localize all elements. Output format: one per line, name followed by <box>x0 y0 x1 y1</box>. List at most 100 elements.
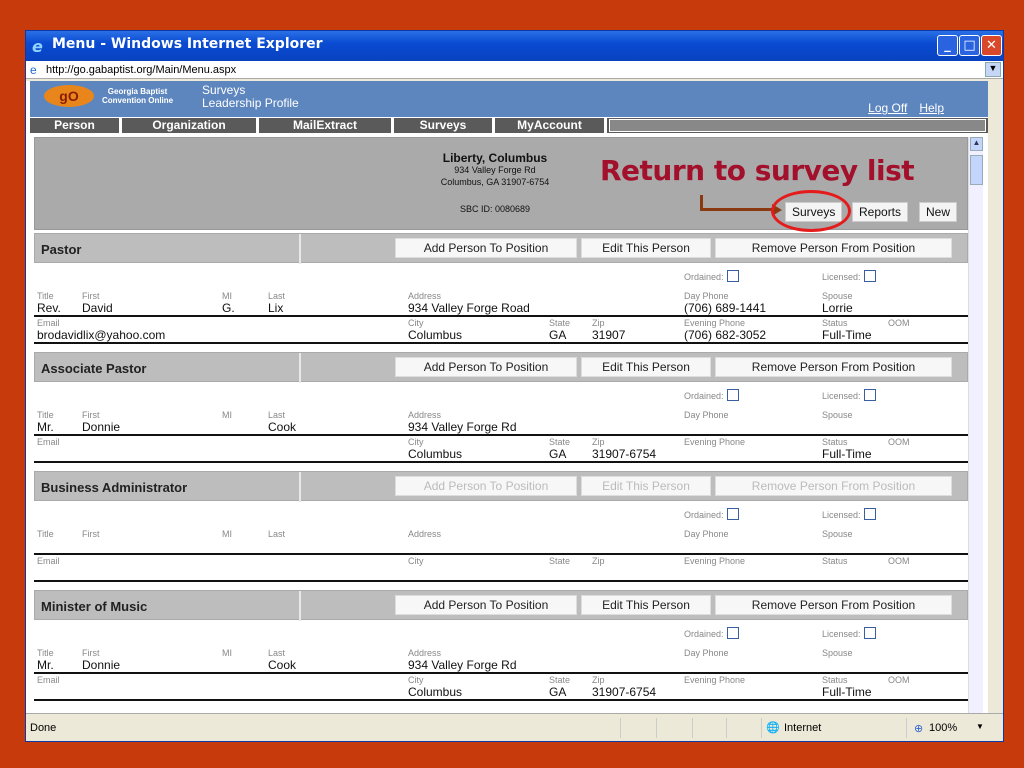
state-label: State <box>549 556 571 566</box>
church-name: Liberty, Columbus <box>442 151 548 165</box>
status-value: Full-Time <box>822 328 872 342</box>
status-bar: Done 🌐 Internet ⊕ 100% ▼ <box>26 713 1003 741</box>
state-value: GA <box>549 685 567 699</box>
sbc-id: SBC ID: 0080689 <box>459 204 531 214</box>
menu-myaccount[interactable]: MyAccount <box>495 118 607 133</box>
city-value: Columbus <box>408 447 463 461</box>
position-name: Pastor <box>41 242 82 257</box>
state-label: State <box>549 318 571 328</box>
church-street: 934 Valley Forge Rd <box>454 165 536 175</box>
licensed-label: Licensed: <box>822 391 861 401</box>
minimize-button[interactable]: _ <box>937 35 958 56</box>
status-value: Full-Time <box>822 685 872 699</box>
content-scrollbar[interactable]: ▲ <box>968 137 983 713</box>
new-button[interactable]: New <box>919 202 958 222</box>
status-label: Status <box>822 437 848 447</box>
org-line2: Convention Online <box>102 96 174 105</box>
add-person-button[interactable]: Add Person To Position <box>395 357 577 377</box>
add-person-button[interactable]: Add Person To Position <box>395 595 577 615</box>
ordained-checkbox[interactable] <box>726 508 739 520</box>
city-value: Columbus <box>408 328 463 342</box>
licensed-checkbox[interactable] <box>863 389 876 401</box>
city-label: City <box>408 437 424 447</box>
remove-person-button[interactable]: Remove Person From Position <box>715 476 952 496</box>
scroll-up-icon[interactable]: ▲ <box>970 137 983 151</box>
globe-icon: 🌐 <box>766 722 780 734</box>
site-header: gO Georgia Baptist Convention Online Surv… <box>30 81 988 117</box>
org-line1: Georgia Baptist <box>107 87 168 96</box>
help-link[interactable]: Help <box>919 101 944 115</box>
first-value: Donnie <box>82 420 121 434</box>
edit-person-button[interactable]: Edit This Person <box>581 595 711 615</box>
last-value: Lix <box>268 301 284 315</box>
zoom-dropdown-icon[interactable]: ▼ <box>976 722 984 731</box>
first-label: First <box>82 291 100 301</box>
last-label: Last <box>268 648 286 658</box>
title-value: Mr. <box>37 420 54 434</box>
oom-label: OOM <box>888 437 910 447</box>
menu-surveys[interactable]: Surveys <box>394 118 495 133</box>
remove-person-button[interactable]: Remove Person From Position <box>715 595 952 615</box>
evening-phone-label: Evening Phone <box>684 318 746 328</box>
content-area: Liberty, Columbus 934 Valley Forge Rd Co… <box>34 137 968 713</box>
evening-phone-label: Evening Phone <box>684 437 746 447</box>
status-value: Full-Time <box>822 447 872 461</box>
licensed-field: Licensed: <box>822 627 876 639</box>
ordained-field: Ordained: <box>684 389 739 401</box>
email-label: Email <box>37 318 60 328</box>
address-value: 934 Valley Forge Rd <box>408 658 517 672</box>
edit-person-button[interactable]: Edit This Person <box>581 238 711 258</box>
licensed-label: Licensed: <box>822 510 861 520</box>
menu-person[interactable]: Person <box>30 118 122 133</box>
title-value: Mr. <box>37 658 54 672</box>
ordained-checkbox[interactable] <box>726 270 739 282</box>
licensed-checkbox[interactable] <box>863 270 876 282</box>
ordained-checkbox[interactable] <box>726 389 739 401</box>
church-info: Liberty, Columbus 934 Valley Forge Rd Co… <box>34 137 968 232</box>
edit-person-button[interactable]: Edit This Person <box>581 476 711 496</box>
day-phone-label: Day Phone <box>684 648 729 658</box>
licensed-label: Licensed: <box>822 629 861 639</box>
maximize-button[interactable]: □ <box>959 35 980 56</box>
email-label: Email <box>37 556 60 566</box>
licensed-field: Licensed: <box>822 508 876 520</box>
licensed-checkbox[interactable] <box>863 627 876 639</box>
app-title: Surveys Leadership Profile <box>202 84 299 110</box>
zoom-level[interactable]: 100% <box>929 722 957 734</box>
spouse-label: Spouse <box>822 529 853 539</box>
address-dropdown[interactable]: ▼ <box>985 62 1001 77</box>
title-label: Title <box>37 410 54 420</box>
address-bar[interactable]: e http://go.gabaptist.org/Main/Menu.aspx ▼ <box>26 61 1003 79</box>
evening-phone-label: Evening Phone <box>684 675 746 685</box>
add-person-button[interactable]: Add Person To Position <box>395 476 577 496</box>
zone-text: Internet <box>784 722 822 734</box>
remove-person-button[interactable]: Remove Person From Position <box>715 357 952 377</box>
annotation-arrow <box>700 195 774 211</box>
address-label: Address <box>408 648 442 658</box>
scroll-thumb[interactable] <box>970 155 983 185</box>
logoff-link[interactable]: Log Off <box>868 101 907 115</box>
ordained-checkbox[interactable] <box>726 627 739 639</box>
day-phone-label: Day Phone <box>684 529 729 539</box>
remove-person-button[interactable]: Remove Person From Position <box>715 238 952 258</box>
day-phone-label: Day Phone <box>684 410 729 420</box>
reports-button[interactable]: Reports <box>852 202 909 222</box>
state-label: State <box>549 675 571 685</box>
menu-mailextract[interactable]: MailExtract <box>259 118 394 133</box>
ordained-label: Ordained: <box>684 391 724 401</box>
licensed-label: Licensed: <box>822 272 861 282</box>
ordained-label: Ordained: <box>684 629 724 639</box>
ordained-label: Ordained: <box>684 510 724 520</box>
state-value: GA <box>549 447 567 461</box>
menu-organization[interactable]: Organization <box>122 118 259 133</box>
add-person-button[interactable]: Add Person To Position <box>395 238 577 258</box>
ordained-field: Ordained: <box>684 270 739 282</box>
position-section: Business Administrator Add Person To Pos… <box>34 471 968 590</box>
position-name: Minister of Music <box>41 599 148 614</box>
close-button[interactable]: ✕ <box>981 35 1002 56</box>
licensed-checkbox[interactable] <box>863 508 876 520</box>
go-logo[interactable]: gO <box>44 85 94 107</box>
last-value: Cook <box>268 658 297 672</box>
edit-person-button[interactable]: Edit This Person <box>581 357 711 377</box>
address-label: Address <box>408 529 442 539</box>
